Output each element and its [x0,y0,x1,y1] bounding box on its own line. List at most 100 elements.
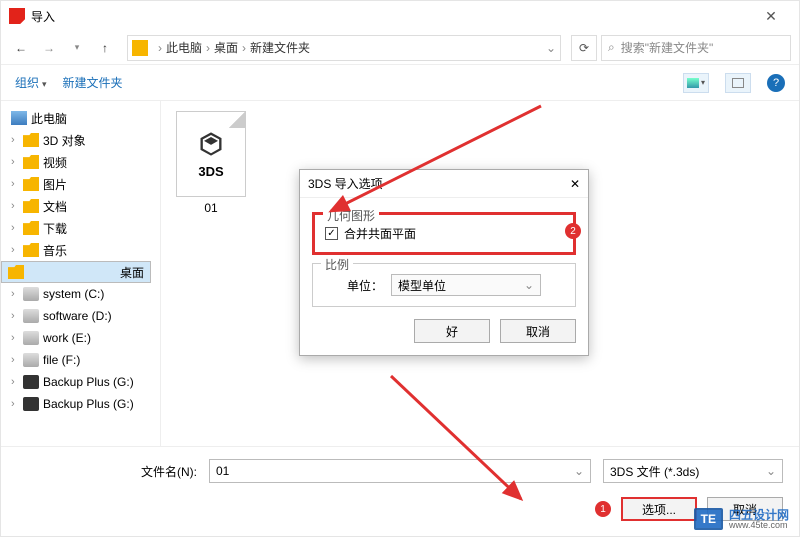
chevron-down-icon[interactable]: ⌄ [766,464,776,478]
sidebar-item[interactable]: 下载 [1,217,160,239]
sidebar-item-label: Backup Plus (G:) [43,397,134,411]
filetype-select[interactable]: 3DS 文件 (*.3ds) ⌄ [603,459,783,483]
sidebar-item[interactable]: 桌面 [1,261,151,283]
sidebar-item-label: 视频 [43,154,67,171]
unit-select[interactable]: 模型单位 ⌄ [391,274,541,296]
search-placeholder: 搜索"新建文件夹" [621,39,714,56]
drive-icon [23,353,39,367]
organize-menu[interactable]: 组织 [15,74,47,91]
scale-group: 比例 单位： 模型单位 ⌄ [312,263,576,307]
sidebar-item-label: software (D:) [43,309,112,323]
cube-icon [197,130,225,158]
sidebar-item-label: 文档 [43,198,67,215]
badge-1: 1 [595,501,611,517]
window-title: 导入 [31,8,55,25]
watermark-name: 四五设计网 [729,509,789,521]
merge-checkbox[interactable]: ✓ [325,227,338,240]
ext-icon [23,375,39,389]
file-thumbnail: 3DS [176,111,246,197]
crumb-2[interactable]: 新建文件夹 [250,39,310,56]
sidebar-item[interactable]: software (D:) [1,305,160,327]
sidebar-item[interactable]: 3D 对象 [1,129,160,151]
geometry-group: 几何图形 ✓ 合并共面平面 2 [312,212,576,255]
help-button[interactable]: ? [767,74,785,92]
folder-icon [23,133,39,147]
filename-label: 文件名(N): [17,463,197,480]
ok-button[interactable]: 好 [414,319,490,343]
filename-value: 01 [216,464,229,478]
sidebar-item-label: 桌面 [120,264,144,281]
scale-label: 比例 [321,256,353,273]
unit-value: 模型单位 [398,277,446,294]
chevron-down-icon[interactable]: ⌄ [546,41,556,55]
search-icon: ⌕ [608,40,615,55]
view-mode-button[interactable] [683,73,709,93]
breadcrumb[interactable]: › 此电脑 › 桌面 › 新建文件夹 ⌄ [127,35,561,61]
toolbar: 组织 新建文件夹 ? [1,65,799,101]
drive-icon [23,287,39,301]
picture-icon [687,78,699,88]
sidebar-item[interactable]: 文档 [1,195,160,217]
sidebar-item[interactable]: system (C:) [1,283,160,305]
bottom-bar: 文件名(N): 01 ⌄ 3DS 文件 (*.3ds) ⌄ 1 选项... 取消 [1,446,799,536]
navbar: ← → ▾ ↑ › 此电脑 › 桌面 › 新建文件夹 ⌄ ⟳ ⌕ 搜索"新建文件… [1,31,799,65]
options-button[interactable]: 选项... [621,497,697,521]
folder-icon [23,243,39,257]
sidebar-item[interactable]: Backup Plus (G:) [1,393,160,415]
folder-icon [8,265,24,279]
sidebar-item[interactable]: 此电脑 [1,107,160,129]
merge-label: 合并共面平面 [344,225,416,242]
titlebar: 导入 ✕ [1,1,799,31]
dialog-title: 3DS 导入选项 [308,175,383,192]
crumb-1[interactable]: 桌面 [214,39,238,56]
sidebar-item[interactable]: work (E:) [1,327,160,349]
recent-button[interactable]: ▾ [65,36,89,60]
folder-icon [23,199,39,213]
chevron-down-icon[interactable]: ⌄ [574,464,584,478]
import-options-dialog: 3DS 导入选项 ✕ 几何图形 ✓ 合并共面平面 2 比例 单位： 模型单位 ⌄… [299,169,589,356]
sidebar[interactable]: 此电脑 3D 对象视频图片文档下载音乐桌面 system (C:) software … [1,101,161,447]
geometry-label: 几何图形 [323,207,379,224]
close-icon[interactable]: ✕ [751,8,791,25]
sidebar-item-label: 下载 [43,220,67,237]
folder-icon [23,221,39,235]
file-ext: 3DS [198,164,223,179]
unit-label: 单位： [347,277,383,294]
up-button[interactable]: ↑ [93,36,117,60]
sidebar-item-label: Backup Plus (G:) [43,375,134,389]
sidebar-item-label: 图片 [43,176,67,193]
drive-icon [23,331,39,345]
file-item[interactable]: 3DS 01 [171,111,251,215]
watermark-logo: TE [694,508,723,530]
sidebar-item-label: system (C:) [43,287,104,301]
file-name: 01 [171,201,251,215]
drive-icon [23,309,39,323]
sidebar-item-label: 此电脑 [31,110,67,127]
ext-icon [23,397,39,411]
sidebar-item[interactable]: 图片 [1,173,160,195]
filename-input[interactable]: 01 ⌄ [209,459,591,483]
preview-pane-button[interactable] [725,73,751,93]
sidebar-item-label: 3D 对象 [43,132,86,149]
refresh-button[interactable]: ⟳ [571,35,597,61]
chevron-down-icon: ⌄ [524,278,534,292]
app-icon [9,8,25,24]
folder-icon [132,40,148,56]
close-icon[interactable]: ✕ [570,177,580,191]
dialog-cancel-button[interactable]: 取消 [500,319,576,343]
back-button[interactable]: ← [9,36,33,60]
sidebar-item[interactable]: 音乐 [1,239,160,261]
crumb-0[interactable]: 此电脑 [166,39,202,56]
sidebar-item[interactable]: 视频 [1,151,160,173]
pc-icon [11,111,27,125]
newfolder-button[interactable]: 新建文件夹 [63,74,123,91]
sidebar-item-label: file (F:) [43,353,80,367]
badge-2: 2 [565,223,581,239]
filetype-value: 3DS 文件 (*.3ds) [610,463,699,480]
sidebar-item[interactable]: file (F:) [1,349,160,371]
search-input[interactable]: ⌕ 搜索"新建文件夹" [601,35,791,61]
sidebar-item[interactable]: Backup Plus (G:) [1,371,160,393]
watermark-url: www.45te.com [729,521,789,530]
sidebar-item-label: 音乐 [43,242,67,259]
forward-button[interactable]: → [37,36,61,60]
